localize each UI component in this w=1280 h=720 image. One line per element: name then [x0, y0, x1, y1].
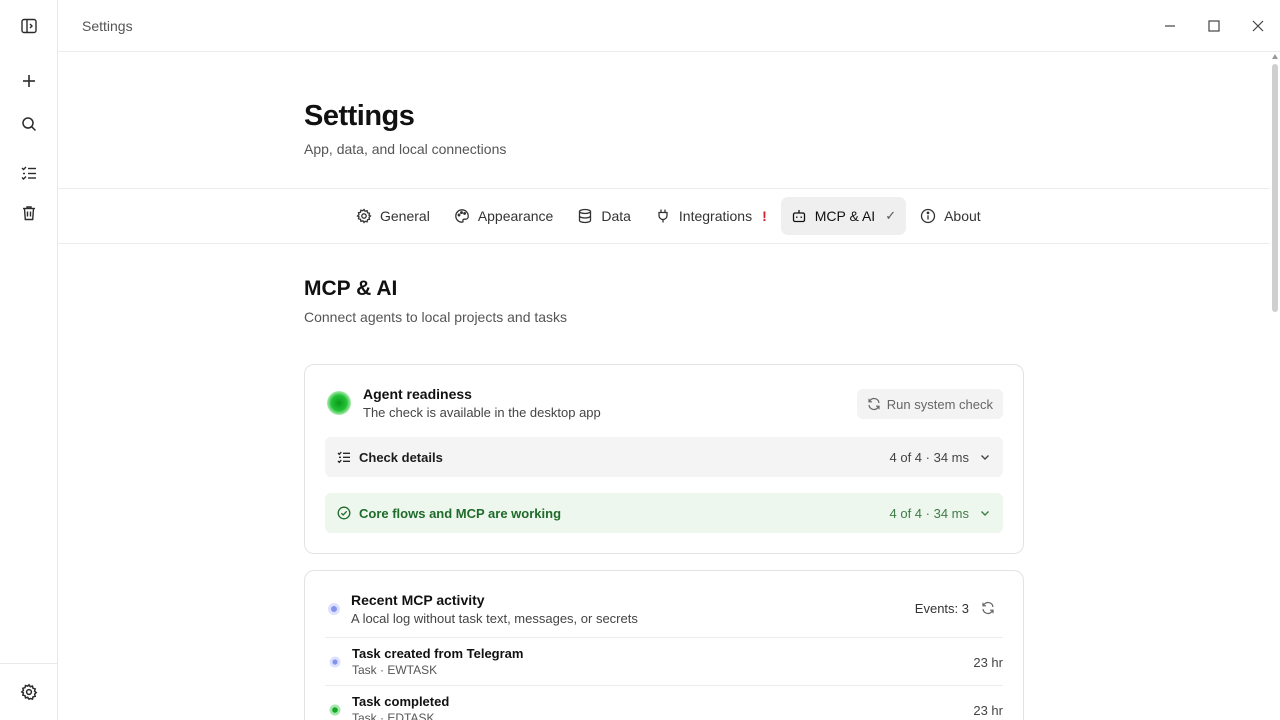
event-time: 23 hr — [973, 703, 1003, 718]
core-flows-status-row[interactable]: Core flows and MCP are working 4 of 4 · … — [325, 493, 1003, 533]
recent-mcp-activity-card: Recent MCP activity A local log without … — [304, 570, 1024, 720]
tab-list: General Appearance Data Integrations ! M… — [346, 197, 991, 235]
settings-gear-icon[interactable] — [13, 676, 45, 708]
check-details-label: Check details — [359, 449, 443, 465]
chevron-down-icon — [981, 455, 989, 460]
database-icon — [579, 208, 592, 224]
run-system-check-label: Run system check — [886, 396, 993, 412]
search-icon[interactable] — [13, 108, 45, 140]
check-details-meta: 4 of 4 · 34 ms — [889, 449, 969, 465]
tab-about[interactable]: About — [910, 197, 991, 235]
close-icon[interactable] — [1248, 16, 1268, 36]
chevron-down-icon — [981, 511, 989, 516]
event-title: Task completed — [352, 694, 450, 709]
activity-title: Recent MCP activity — [351, 592, 485, 608]
section-subtitle: Connect agents to local projects and tas… — [304, 309, 568, 325]
section-title: MCP & AI — [304, 277, 398, 300]
maximize-icon[interactable] — [1204, 16, 1224, 36]
window-title: Settings — [82, 18, 133, 34]
activity-subtitle: A local log without task text, messages,… — [351, 611, 638, 626]
completed-event-icon — [329, 704, 341, 716]
scroll-thumb[interactable] — [1272, 64, 1278, 312]
run-system-check-button[interactable]: Run system check — [856, 389, 1003, 419]
readiness-title: Agent readiness — [363, 386, 472, 402]
tab-mcp-ai[interactable]: MCP & AI ✓ — [780, 197, 907, 235]
title-bar: Settings — [58, 0, 1280, 52]
tab-data-label: Data — [601, 208, 631, 224]
page-subtitle: App, data, and local connections — [304, 141, 507, 157]
integrations-alert-badge: ! — [762, 208, 767, 224]
info-icon — [920, 208, 936, 224]
readiness-status-dot — [327, 391, 351, 415]
tab-about-label: About — [944, 208, 981, 224]
tab-general-label: General — [380, 208, 430, 224]
tab-integrations-label: Integrations — [678, 208, 753, 224]
check-circle-icon — [337, 506, 351, 520]
palette-icon — [454, 209, 469, 223]
plug-icon — [658, 209, 668, 223]
scrollbar[interactable] — [1270, 52, 1280, 720]
refresh-activity-icon[interactable] — [981, 601, 997, 617]
mcp-ok-badge: ✓ — [885, 208, 897, 223]
trash-icon[interactable] — [13, 197, 45, 229]
gear-icon — [356, 208, 372, 224]
tab-integrations[interactable]: Integrations ! — [645, 197, 777, 235]
event-subtitle: Task · EWTASK — [352, 663, 438, 677]
scroll-up-arrow[interactable] — [1272, 54, 1278, 59]
tab-appearance[interactable]: Appearance — [444, 197, 564, 235]
refresh-icon — [868, 397, 880, 411]
check-details-row[interactable]: Check details 4 of 4 · 34 ms — [325, 437, 1003, 477]
page-title: Settings — [304, 100, 415, 132]
settings-tabbar: General Appearance Data Integrations ! M… — [58, 188, 1270, 244]
checklist-icon — [337, 451, 350, 464]
tab-appearance-label: Appearance — [477, 208, 554, 224]
tab-general[interactable]: General — [346, 197, 440, 235]
mcp-logo-icon — [328, 603, 340, 615]
event-time: 23 hr — [973, 655, 1003, 670]
activity-event-row[interactable]: Task completed Task · EDTASK 23 hr — [325, 685, 1003, 720]
sidebar-rail — [0, 0, 58, 720]
event-subtitle: Task · EDTASK — [352, 711, 435, 720]
toggle-sidebar-icon[interactable] — [13, 10, 45, 42]
agent-readiness-card: Agent readiness The check is available i… — [304, 364, 1024, 554]
telegram-event-icon — [329, 656, 341, 668]
core-flows-status-meta: 4 of 4 · 34 ms — [889, 505, 969, 521]
bot-icon — [792, 210, 805, 223]
tab-mcp-ai-label: MCP & AI — [814, 208, 876, 224]
rail-footer — [0, 663, 57, 720]
activity-event-row[interactable]: Task created from Telegram Task · EWTASK… — [325, 637, 1003, 685]
new-item-icon[interactable] — [13, 65, 45, 97]
tab-data[interactable]: Data — [567, 197, 641, 235]
events-count: Events: 3 — [914, 601, 969, 616]
core-flows-status-label: Core flows and MCP are working — [359, 505, 562, 521]
minimize-icon[interactable] — [1160, 16, 1180, 36]
readiness-subtitle: The check is available in the desktop ap… — [363, 405, 601, 420]
task-list-icon[interactable] — [13, 157, 45, 189]
event-title: Task created from Telegram — [352, 646, 524, 661]
